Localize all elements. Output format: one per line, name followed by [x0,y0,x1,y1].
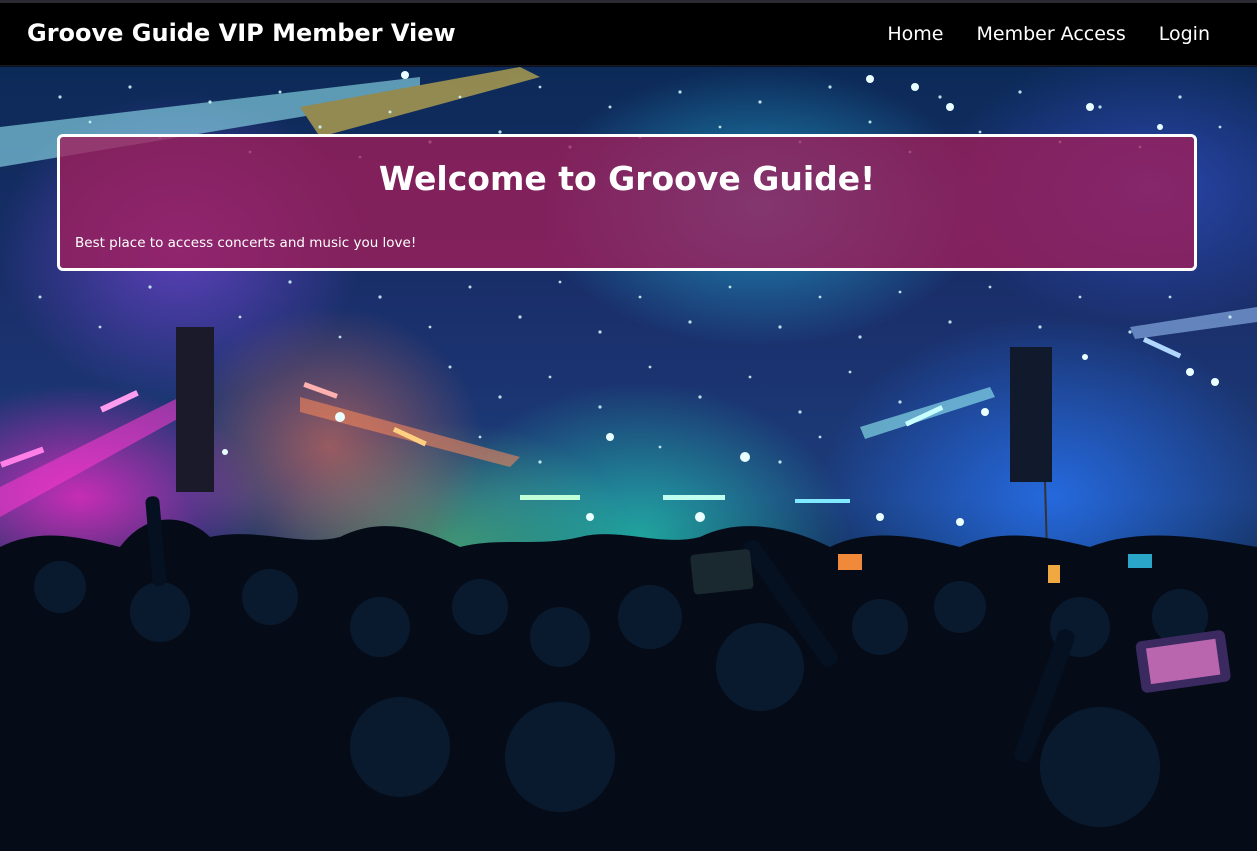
nav-link-login[interactable]: Login [1159,23,1210,45]
welcome-title: Welcome to Groove Guide! [378,159,876,198]
welcome-panel: Welcome to Groove Guide! Best place to a… [57,134,1197,271]
brand-logo-text[interactable]: Groove Guide VIP Member View [27,19,456,47]
nav-link-member-access[interactable]: Member Access [976,23,1125,45]
welcome-subtitle: Best place to access concerts and music … [75,235,417,251]
hero-concert-image: Welcome to Groove Guide! Best place to a… [0,67,1257,851]
nav-link-home[interactable]: Home [887,23,943,45]
nav-links: Home Member Access Login [887,23,1210,45]
navbar: Groove Guide VIP Member View Home Member… [0,3,1257,66]
